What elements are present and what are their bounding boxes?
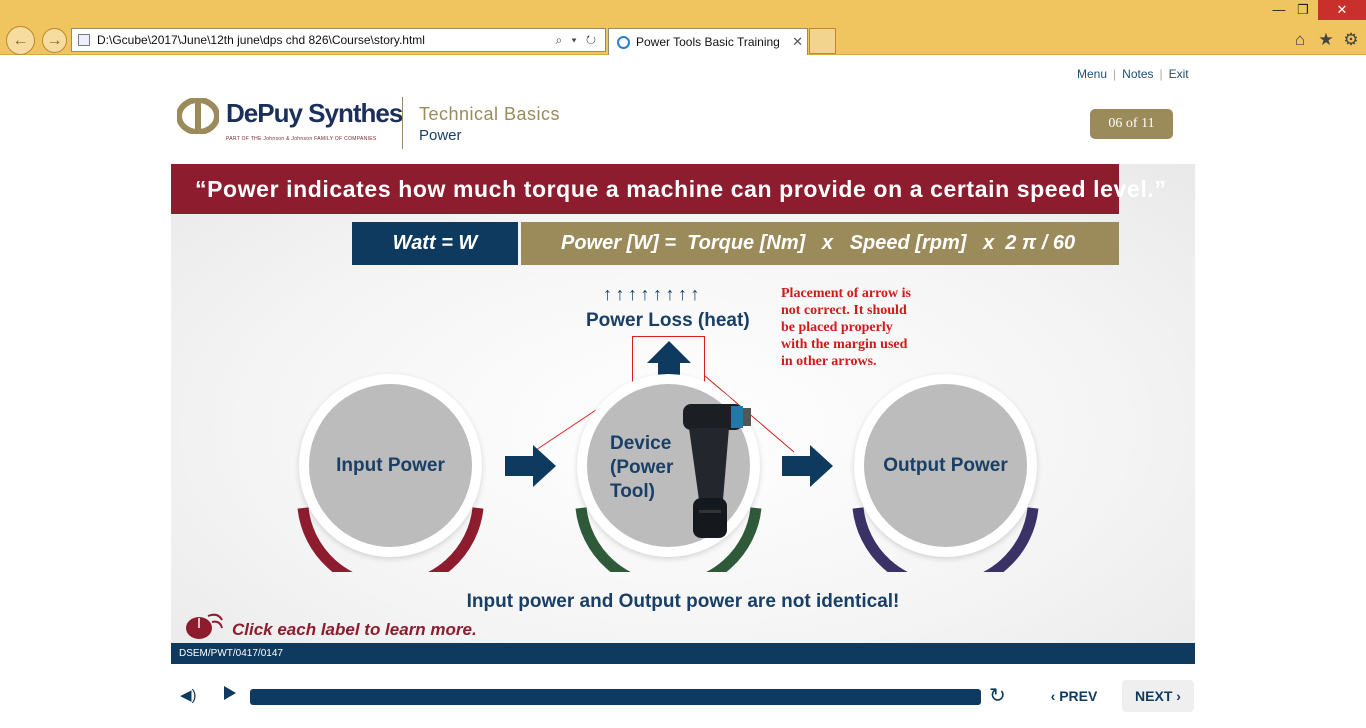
logo-name: DePuy Synthes: [226, 98, 403, 128]
back-arrow-icon: ←: [12, 31, 29, 49]
player-controls: ◀) ↻ ‹ PREV NEXT ›: [171, 680, 1195, 712]
separator: |: [1113, 67, 1117, 81]
heat-arrows-icon: ↑↑↑↑↑↑↑↑: [603, 284, 703, 304]
prev-button[interactable]: ‹ PREV: [1039, 680, 1109, 712]
input-power-label[interactable]: Input Power: [299, 455, 482, 477]
course-subtitle: Power: [419, 127, 462, 144]
favorites-icon[interactable]: ★: [1316, 30, 1336, 50]
back-button[interactable]: ←: [6, 26, 35, 55]
browser-tab[interactable]: Power Tools Basic Training ✕: [608, 28, 808, 55]
power-formula: Power [W] = Torque [Nm] x Speed [rpm] x …: [521, 222, 1119, 265]
close-window-button[interactable]: ✕: [1318, 0, 1366, 20]
tab-close-icon[interactable]: ✕: [792, 29, 803, 55]
power-loss-label[interactable]: Power Loss (heat): [586, 310, 750, 332]
footer-code-bar: DSEM/PWT/0417/0147: [171, 643, 1195, 664]
power-tool-icon: [683, 404, 751, 538]
tab-title: Power Tools Basic Training: [636, 35, 780, 49]
seek-bar[interactable]: [250, 689, 981, 705]
logo-tagline: PART OF THE Johnson & Johnson FAMILY OF …: [226, 136, 377, 142]
logo-mark-icon: [177, 98, 219, 134]
next-button[interactable]: NEXT ›: [1122, 680, 1194, 712]
quote-banner: “Power indicates how much torque a machi…: [171, 164, 1166, 214]
statement-text: Input power and Output power are not ide…: [466, 591, 900, 612]
new-tab-button[interactable]: [809, 28, 836, 54]
address-text: D:\Gcube\2017\June\12th june\dps chd 826…: [97, 33, 425, 47]
slide-content: “Power indicates how much torque a machi…: [171, 164, 1195, 644]
forward-arrow-icon: →: [46, 31, 63, 49]
output-power-label[interactable]: Output Power: [854, 455, 1037, 477]
exit-link[interactable]: Exit: [1169, 67, 1189, 81]
browser-chrome: ← → D:\Gcube\2017\June\12th june\dps chd…: [0, 0, 1366, 55]
page-icon: [78, 34, 90, 46]
ie-icon: [617, 36, 630, 49]
watt-definition: Watt = W: [352, 222, 518, 265]
minimize-button[interactable]: —: [1268, 0, 1290, 20]
device-label[interactable]: Device (Power Tool): [610, 432, 673, 504]
volume-icon[interactable]: ◀): [180, 686, 197, 704]
play-icon[interactable]: [224, 686, 236, 700]
separator: |: [1159, 67, 1163, 81]
header-divider: [402, 97, 403, 149]
replay-icon[interactable]: ↻: [989, 683, 1006, 708]
maximize-button[interactable]: ❐: [1292, 0, 1314, 20]
output-power-circle[interactable]: Output Power: [854, 374, 1037, 557]
address-bar[interactable]: D:\Gcube\2017\June\12th june\dps chd 826…: [71, 28, 606, 52]
page-counter: 06 of 11: [1090, 109, 1173, 139]
click-hint: Click each label to learn more.: [232, 620, 477, 639]
mouse-click-icon: [186, 613, 223, 639]
notes-link[interactable]: Notes: [1122, 67, 1153, 81]
right-arrow-icon: [505, 445, 556, 487]
top-links: Menu | Notes | Exit: [1077, 67, 1189, 81]
review-note: Placement of arrow is not correct. It sh…: [781, 286, 911, 369]
right-arrow-icon: [782, 445, 833, 487]
course-title: Technical Basics: [419, 104, 561, 124]
forward-button[interactable]: →: [42, 28, 67, 53]
home-icon[interactable]: ⌂: [1290, 30, 1310, 50]
address-tools-icon[interactable]: ⌕ ▾ ↻: [555, 29, 599, 51]
settings-icon[interactable]: ⚙: [1341, 30, 1361, 50]
input-power-circle[interactable]: Input Power: [299, 374, 482, 557]
menu-link[interactable]: Menu: [1077, 67, 1107, 81]
